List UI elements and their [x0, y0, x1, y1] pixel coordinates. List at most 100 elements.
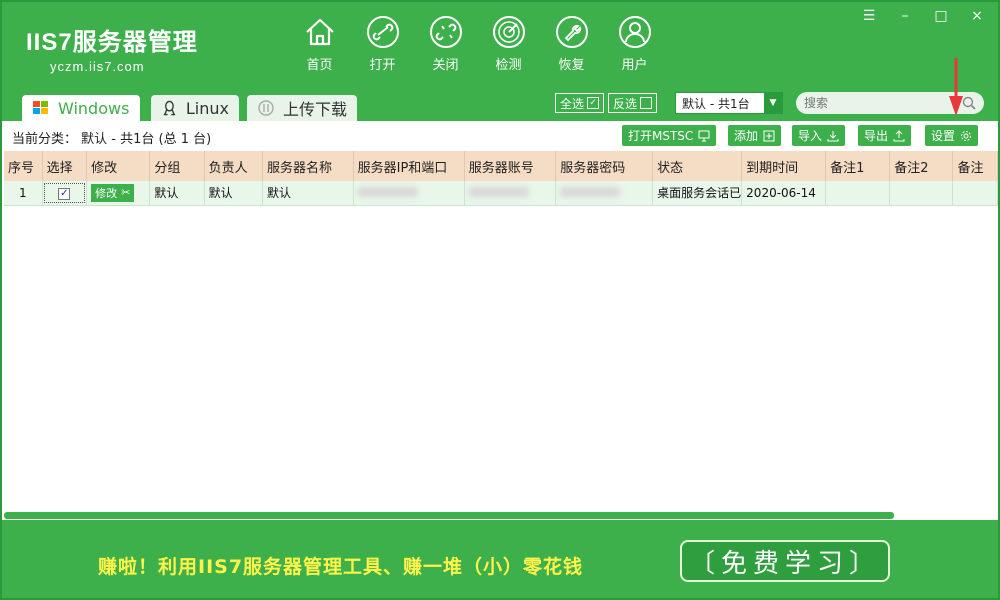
row-note3	[952, 181, 998, 206]
col-server-password[interactable]: 服务器密码	[555, 151, 654, 181]
row-index: 1	[4, 181, 43, 206]
row-server-ip	[353, 181, 465, 206]
logo: IIS7服务器管理 yczm.iis7.com	[26, 22, 198, 74]
redacted-account	[468, 186, 529, 197]
nav-open-label: 打开	[369, 58, 396, 73]
user-icon	[618, 16, 651, 48]
nav-user[interactable]: 用户	[603, 14, 666, 73]
col-server-name[interactable]: 服务器名称	[262, 151, 354, 181]
invert-selection-label: 反选	[613, 96, 638, 111]
free-learn-button[interactable]: 〔免费学习〕	[680, 540, 890, 582]
nav-close[interactable]: 关闭	[414, 14, 477, 73]
nav-detect-label: 检测	[495, 58, 522, 73]
nav-close-label: 关闭	[432, 58, 459, 73]
minimize-button[interactable]: –	[894, 8, 916, 24]
nav-home[interactable]: 首页	[288, 14, 351, 73]
logo-url: yczm.iis7.com	[50, 59, 145, 74]
tab-windows[interactable]: Windows	[22, 95, 140, 121]
nav-open[interactable]: 打开	[351, 14, 414, 73]
col-expiry[interactable]: 到期时间	[741, 151, 827, 181]
banner-text-highlight: 零花钱	[523, 556, 584, 578]
server-table: 序号 选择 修改 分组 负责人 服务器名称 服务器IP和端口 服务器账号 服务器…	[4, 151, 998, 206]
nav-restore-label: 恢复	[558, 58, 585, 73]
red-arrow-annotation	[949, 58, 963, 116]
current-category: 当前分类： 默认 - 共1台 (总 1 台)	[12, 132, 212, 147]
table-row[interactable]: 1 ✓ 修改 ✂ 默认 默认 默认 桌面服务会话已 2020-06-14	[4, 181, 998, 206]
export-label: 导出	[864, 129, 889, 143]
row-edit-button[interactable]: 修改 ✂	[91, 183, 135, 202]
group-dropdown-value: 默认 - 共1台	[682, 96, 750, 111]
chevron-down-icon: ▼	[764, 93, 782, 113]
add-label: 添加	[734, 129, 759, 143]
wrench-icon	[555, 16, 588, 48]
tab-linux[interactable]: Linux	[151, 95, 239, 121]
col-server-ip[interactable]: 服务器IP和端口	[353, 151, 465, 181]
promo-banner: 赚啦！利用IIS7服务器管理工具、赚一堆（小）零花钱 〔免费学习〕	[2, 520, 998, 598]
row-server-name: 默认	[262, 181, 354, 206]
horizontal-scrollbar[interactable]	[4, 512, 894, 519]
row-owner: 默认	[204, 181, 264, 206]
tab-windows-label: Windows	[58, 98, 130, 118]
nav-restore[interactable]: 恢复	[540, 14, 603, 73]
linux-icon	[163, 100, 176, 116]
col-owner[interactable]: 负责人	[204, 151, 264, 181]
row-edit-label: 修改	[95, 186, 118, 200]
col-note1[interactable]: 备注1	[825, 151, 891, 181]
select-all-button[interactable]: 全选 ✓	[555, 93, 605, 113]
radar-icon	[492, 16, 525, 48]
open-mstsc-button[interactable]: 打开MSTSC	[622, 125, 717, 146]
tab-upload-label: 上传下载	[283, 100, 348, 119]
tab-strip: Windows Linux 上传下载 全选 ✓ 反选 默认 - 共1台 ▼	[2, 84, 998, 121]
logo-title: IIS7服务器管理	[26, 29, 198, 56]
import-button[interactable]: 导入	[792, 125, 846, 146]
unlink-icon	[429, 16, 462, 48]
tools-icon: ✂	[121, 186, 131, 200]
server-table-container: 序号 选择 修改 分组 负责人 服务器名称 服务器IP和端口 服务器账号 服务器…	[4, 151, 998, 511]
col-status[interactable]: 状态	[652, 151, 743, 181]
export-button[interactable]: 导出	[858, 125, 912, 146]
row-select-cell[interactable]: ✓	[42, 181, 88, 206]
row-note2	[889, 181, 954, 206]
banner-text: 赚啦！利用IIS7服务器管理工具、赚一堆（小）零花钱	[98, 552, 583, 579]
app-window: IIS7服务器管理 yczm.iis7.com 首页 打开 关闭 检测 恢复 用…	[0, 0, 1000, 600]
menu-icon[interactable]: ☰	[858, 8, 880, 24]
add-button[interactable]: 添加	[728, 125, 782, 146]
row-status: 桌面服务会话已	[652, 181, 743, 206]
upload-arrow-icon	[893, 129, 905, 141]
upload-icon	[258, 100, 274, 116]
maximize-button[interactable]: □	[930, 8, 952, 24]
link-icon	[366, 16, 399, 48]
windows-icon	[33, 101, 48, 114]
checkbox-icon	[640, 97, 653, 109]
nav-detect[interactable]: 检测	[477, 14, 540, 73]
search-input[interactable]	[804, 96, 962, 110]
nav-home-label: 首页	[306, 58, 333, 73]
monitor-icon	[698, 130, 710, 141]
settings-button[interactable]: 设置	[925, 125, 979, 146]
group-dropdown[interactable]: 默认 - 共1台 ▼	[675, 92, 783, 114]
col-group[interactable]: 分组	[149, 151, 205, 181]
open-mstsc-label: 打开MSTSC	[628, 129, 694, 143]
close-button[interactable]: ×	[966, 8, 988, 24]
checkbox-icon: ✓	[587, 97, 600, 109]
gear-icon	[961, 130, 972, 141]
row-expiry: 2020-06-14	[741, 181, 827, 206]
col-server-account[interactable]: 服务器账号	[464, 151, 557, 181]
import-label: 导入	[798, 129, 823, 143]
col-note3[interactable]: 备注	[952, 151, 998, 181]
col-note2[interactable]: 备注2	[889, 151, 954, 181]
home-icon	[305, 18, 334, 46]
col-index[interactable]: 序号	[4, 151, 43, 181]
banner-text-main: 赚啦！利用IIS7服务器管理工具、赚一堆（小）	[98, 556, 524, 578]
tab-upload-download[interactable]: 上传下载	[247, 95, 357, 121]
plus-icon	[763, 130, 775, 141]
invert-selection-button[interactable]: 反选	[608, 93, 658, 113]
row-checkbox[interactable]: ✓	[58, 188, 71, 201]
download-icon	[827, 130, 839, 141]
select-all-label: 全选	[560, 96, 585, 111]
col-edit[interactable]: 修改	[86, 151, 151, 181]
window-controls: ☰ – □ ×	[858, 8, 988, 24]
row-edit-cell: 修改 ✂	[86, 181, 151, 206]
redacted-ip	[357, 186, 418, 197]
col-select[interactable]: 选择	[42, 151, 88, 181]
